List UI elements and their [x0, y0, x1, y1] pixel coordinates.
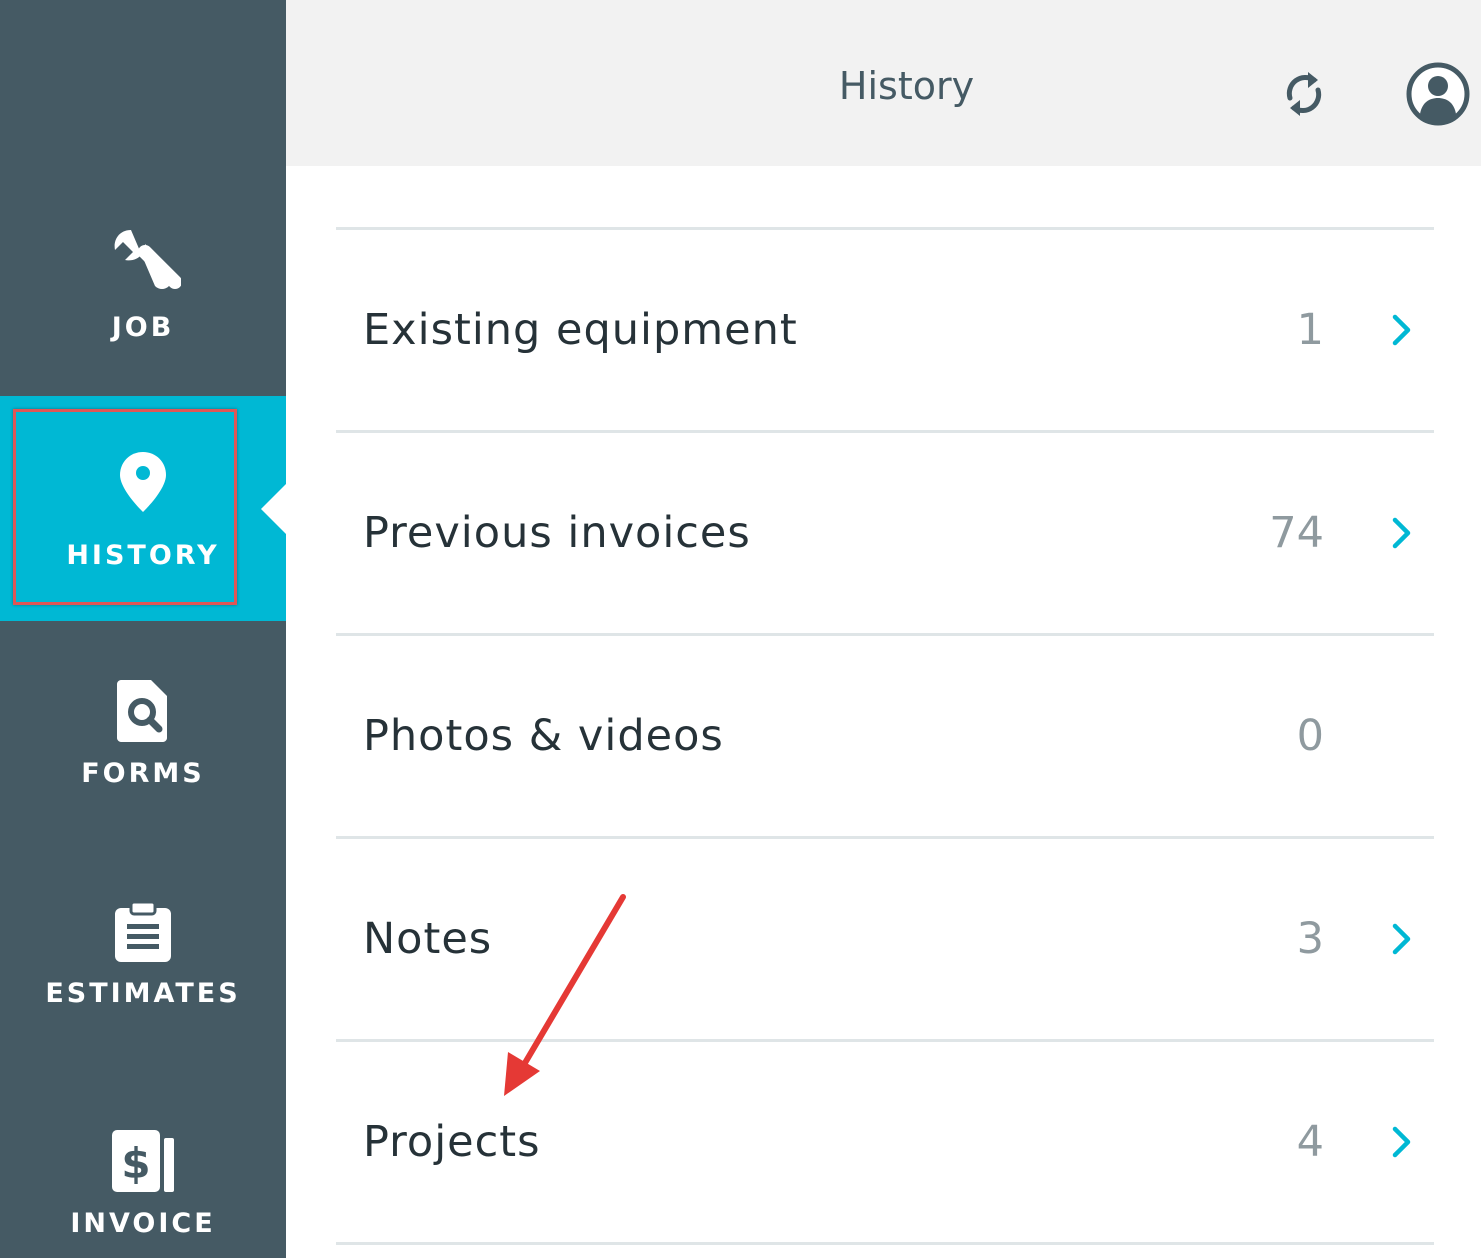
list-item-count: 1 [1296, 305, 1324, 355]
top-bar: History [286, 0, 1481, 166]
sidebar-item-invoice[interactable]: $ INVOICE [0, 1126, 286, 1239]
list-item-existing-equipment[interactable]: Existing equipment 1 [336, 230, 1434, 433]
list-item-count: 74 [1269, 508, 1324, 558]
list-item-photos-videos[interactable]: Photos & videos 0 [336, 636, 1434, 839]
list-item-label: Notes [363, 914, 493, 964]
list-item-count: 3 [1296, 914, 1324, 964]
sidebar-item-label: FORMS [81, 758, 205, 789]
list-item-count: 4 [1296, 1117, 1324, 1167]
history-list: Existing equipment 1 Previous invoices 7… [336, 227, 1434, 1245]
sidebar-item-label: JOB [111, 312, 175, 343]
sync-icon[interactable] [1280, 68, 1328, 120]
list-item-label: Projects [363, 1117, 541, 1167]
list-item-previous-invoices[interactable]: Previous invoices 74 [336, 433, 1434, 636]
chevron-right-icon [1392, 923, 1411, 955]
profile-icon[interactable] [1406, 62, 1470, 126]
sidebar-item-history[interactable]: HISTORY [0, 396, 286, 621]
map-pin-icon [120, 452, 166, 512]
wrench-icon [114, 230, 181, 289]
list-item-label: Previous invoices [363, 508, 751, 558]
sidebar: JOB HISTORY FORMS ESTIMATES $ INVOICE [0, 0, 286, 1258]
chevron-right-icon [1392, 1126, 1411, 1158]
sidebar-item-estimates[interactable]: ESTIMATES [0, 900, 286, 1009]
chevron-right-icon [1392, 314, 1411, 346]
list-item-count: 0 [1296, 711, 1324, 761]
list-item-label: Existing equipment [363, 305, 798, 355]
list-item-projects[interactable]: Projects 4 [336, 1042, 1434, 1245]
clipboard-icon [115, 900, 171, 962]
sidebar-item-job[interactable]: JOB [0, 222, 286, 343]
active-indicator [261, 484, 286, 534]
list-item-label: Photos & videos [363, 711, 724, 761]
invoice-dollar-icon: $ [112, 1130, 174, 1192]
chevron-right-icon [1392, 517, 1411, 549]
sidebar-item-label: ESTIMATES [45, 978, 241, 1009]
list-item-notes[interactable]: Notes 3 [336, 839, 1434, 1042]
form-search-icon [117, 680, 167, 742]
sidebar-item-label: INVOICE [70, 1208, 216, 1239]
sidebar-item-label: HISTORY [66, 540, 220, 571]
sidebar-item-forms[interactable]: FORMS [0, 676, 286, 789]
svg-text:$: $ [121, 1139, 150, 1188]
